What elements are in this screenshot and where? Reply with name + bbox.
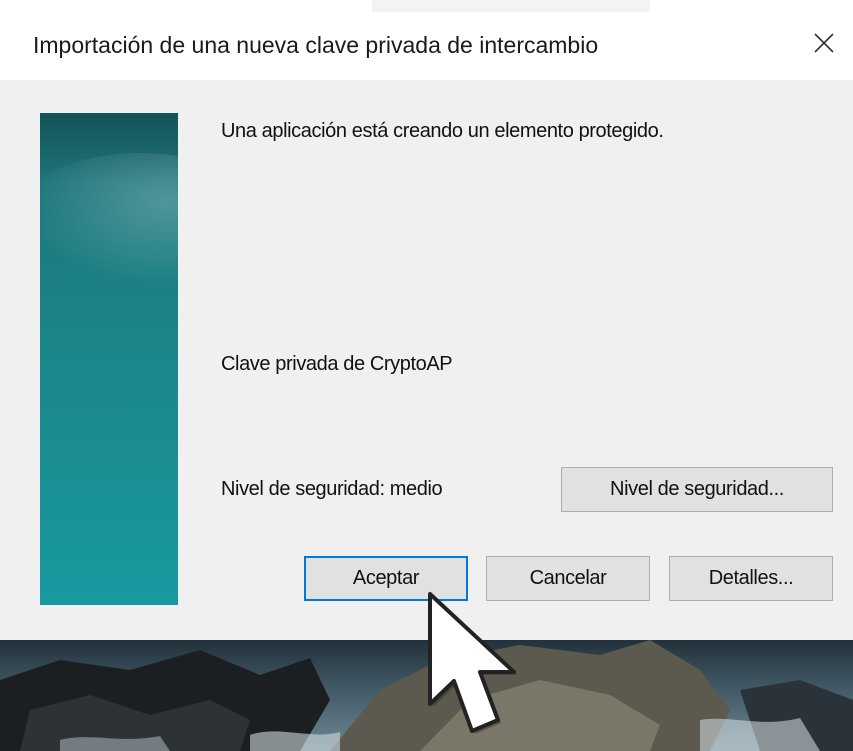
background-tab [372, 0, 650, 12]
title-bar: Importación de una nueva clave privada d… [0, 12, 853, 80]
screen: Importación de una nueva clave privada d… [0, 0, 853, 751]
dialog-title: Importación de una nueva clave privada d… [33, 32, 599, 58]
close-button[interactable] [801, 20, 847, 66]
dialog-side-image [40, 113, 178, 605]
import-key-dialog: Importación de una nueva clave privada d… [0, 12, 853, 640]
details-button[interactable]: Detalles... [669, 556, 833, 601]
security-level-text: Nivel de seguridad: medio [221, 478, 443, 500]
security-level-button[interactable]: Nivel de seguridad... [561, 467, 833, 512]
key-name-text: Clave privada de CryptoAP [221, 353, 453, 375]
message-text: Una aplicación está creando un elemento … [221, 120, 664, 142]
mouse-pointer-icon [428, 592, 517, 734]
close-icon [814, 33, 834, 53]
